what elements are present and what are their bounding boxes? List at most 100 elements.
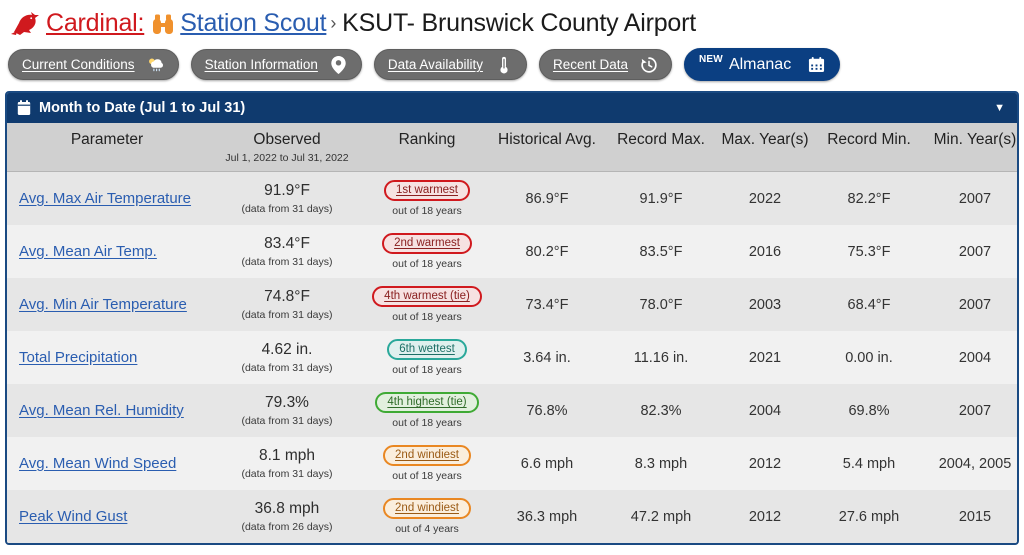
nav-button-current-conditions-label: Current Conditions (22, 57, 135, 72)
cloud-sun-rain-icon (147, 56, 165, 74)
cell-observed: 74.8°F (data from 31 days) (207, 278, 367, 331)
table-row: Peak Wind Gust 36.8 mph (data from 26 days… (7, 490, 1017, 543)
ranking-sample-note: out of 18 years (392, 205, 462, 217)
column-header-parameter: Parameter (7, 123, 207, 172)
cell-min-years: 2015 (923, 490, 1017, 543)
ranking-badge[interactable]: 1st warmest (384, 180, 470, 201)
ranking-badge[interactable]: 6th wettest (387, 339, 467, 360)
cell-record-max: 82.3% (607, 384, 715, 437)
cell-record-max: 8.3 mph (607, 437, 715, 490)
ranking-badge[interactable]: 2nd windiest (383, 498, 471, 519)
observed-sample-note: (data from 31 days) (241, 256, 333, 268)
cell-observed: 8.1 mph (data from 31 days) (207, 437, 367, 490)
ranking-wrapper: 2nd windiest out of 4 years (371, 498, 483, 535)
cell-record-max: 47.2 mph (607, 490, 715, 543)
cell-ranking: 2nd windiest out of 18 years (367, 437, 487, 490)
table-header: Parameter Observed Jul 1, 2022 to Jul 31… (7, 123, 1017, 172)
observed-sample-note: (data from 31 days) (241, 362, 333, 374)
cell-max-years: 2003 (715, 278, 815, 331)
ranking-sample-note: out of 18 years (392, 470, 462, 482)
ranking-wrapper: 4th highest (tie) out of 18 years (371, 392, 483, 429)
nav-button-current-conditions[interactable]: Current Conditions (8, 49, 179, 80)
calendar-icon (807, 56, 825, 74)
parameter-link[interactable]: Avg. Mean Wind Speed (19, 455, 176, 472)
ranking-badge[interactable]: 4th highest (tie) (375, 392, 479, 413)
ranking-badge[interactable]: 2nd windiest (383, 445, 471, 466)
nav-button-almanac[interactable]: NEW Almanac (684, 48, 841, 81)
parameter-link[interactable]: Avg. Mean Rel. Humidity (19, 402, 184, 419)
thermometer-icon (495, 56, 513, 74)
table-row: Avg. Min Air Temperature 74.8°F (data from… (7, 278, 1017, 331)
table-row: Total Precipitation 4.62 in. (data from 31… (7, 331, 1017, 384)
observed-sample-note: (data from 31 days) (241, 468, 333, 480)
cell-max-years: 2012 (715, 437, 815, 490)
cell-min-years: 2004, 2005 (923, 437, 1017, 490)
cell-min-years: 2007 (923, 225, 1017, 278)
breadcrumb-current-station: KSUT- Brunswick County Airport (342, 9, 696, 37)
cell-observed: 36.8 mph (data from 26 days) (207, 490, 367, 543)
map-pin-icon (330, 55, 348, 74)
cell-ranking: 2nd warmest out of 18 years (367, 225, 487, 278)
cell-record-min: 82.2°F (815, 171, 923, 225)
observed-sample-note: (data from 31 days) (241, 203, 333, 215)
table-header-row: Parameter Observed Jul 1, 2022 to Jul 31… (7, 123, 1017, 172)
cell-record-min: 0.00 in. (815, 331, 923, 384)
cell-observed: 91.9°F (data from 31 days) (207, 171, 367, 225)
cell-parameter: Avg. Max Air Temperature (7, 171, 207, 225)
table-row: Avg. Mean Wind Speed 8.1 mph (data from 31… (7, 437, 1017, 490)
observed-sample-note: (data from 31 days) (241, 309, 333, 321)
column-header-observed: Observed Jul 1, 2022 to Jul 31, 2022 (207, 123, 367, 172)
ranking-sample-note: out of 18 years (392, 311, 462, 323)
nav-button-station-information-label: Station Information (204, 57, 318, 72)
cell-max-years: 2022 (715, 171, 815, 225)
panel-title: Month to Date (Jul 1 to Jul 31) (39, 100, 246, 116)
breadcrumb-separator: › (330, 13, 337, 33)
column-header-ranking-label: Ranking (398, 131, 456, 148)
column-header-historical-avg: Historical Avg. (487, 123, 607, 172)
column-header-min-years-label: Min. Year(s) (933, 131, 1017, 148)
cell-max-years: 2004 (715, 384, 815, 437)
cell-historical-avg: 76.8% (487, 384, 607, 437)
breadcrumb-section-link[interactable]: Station Scout (180, 9, 326, 38)
ranking-wrapper: 6th wettest out of 18 years (371, 339, 483, 376)
table-row: Avg. Max Air Temperature 91.9°F (data from… (7, 171, 1017, 225)
table-row: Avg. Mean Air Temp. 83.4°F (data from 31 d… (7, 225, 1017, 278)
almanac-table: Parameter Observed Jul 1, 2022 to Jul 31… (7, 123, 1017, 543)
ranking-badge[interactable]: 4th warmest (tie) (372, 286, 482, 307)
ranking-sample-note: out of 18 years (392, 258, 462, 270)
cell-record-max: 83.5°F (607, 225, 715, 278)
parameter-link[interactable]: Avg. Mean Air Temp. (19, 243, 157, 260)
parameter-link[interactable]: Total Precipitation (19, 349, 137, 366)
cell-ranking: 4th warmest (tie) out of 18 years (367, 278, 487, 331)
parameter-link[interactable]: Peak Wind Gust (19, 508, 127, 525)
nav-button-station-information[interactable]: Station Information (190, 49, 362, 80)
cell-ranking: 1st warmest out of 18 years (367, 171, 487, 225)
almanac-panel: Month to Date (Jul 1 to Jul 31) ▼ Parame… (5, 91, 1019, 545)
ranking-badge[interactable]: 2nd warmest (382, 233, 472, 254)
cell-observed: 83.4°F (data from 31 days) (207, 225, 367, 278)
cell-record-max: 78.0°F (607, 278, 715, 331)
nav-button-recent-data-label: Recent Data (552, 57, 628, 72)
observed-value: 83.4°F (264, 235, 310, 252)
column-header-record-min-label: Record Min. (827, 131, 911, 148)
nav-button-data-availability[interactable]: Data Availability (373, 49, 527, 80)
cell-historical-avg: 6.6 mph (487, 437, 607, 490)
parameter-link[interactable]: Avg. Max Air Temperature (19, 190, 191, 207)
column-header-record-max-label: Record Max. (617, 131, 705, 148)
ranking-wrapper: 4th warmest (tie) out of 18 years (371, 286, 483, 323)
column-header-max-years: Max. Year(s) (715, 123, 815, 172)
column-header-ranking: Ranking (367, 123, 487, 172)
nav-button-recent-data[interactable]: Recent Data (538, 49, 672, 80)
breadcrumb-app-link[interactable]: Cardinal: (46, 9, 144, 38)
cell-parameter: Avg. Mean Rel. Humidity (7, 384, 207, 437)
chevron-down-icon[interactable]: ▼ (994, 102, 1005, 114)
cell-observed: 4.62 in. (data from 31 days) (207, 331, 367, 384)
history-clock-icon (640, 56, 658, 74)
cell-historical-avg: 86.9°F (487, 171, 607, 225)
panel-header-month-to-date[interactable]: Month to Date (Jul 1 to Jul 31) ▼ (7, 93, 1017, 123)
cell-max-years: 2016 (715, 225, 815, 278)
column-header-observed-daterange: Jul 1, 2022 to Jul 31, 2022 (225, 152, 349, 164)
cell-record-max: 11.16 in. (607, 331, 715, 384)
cell-ranking: 4th highest (tie) out of 18 years (367, 384, 487, 437)
parameter-link[interactable]: Avg. Min Air Temperature (19, 296, 187, 313)
